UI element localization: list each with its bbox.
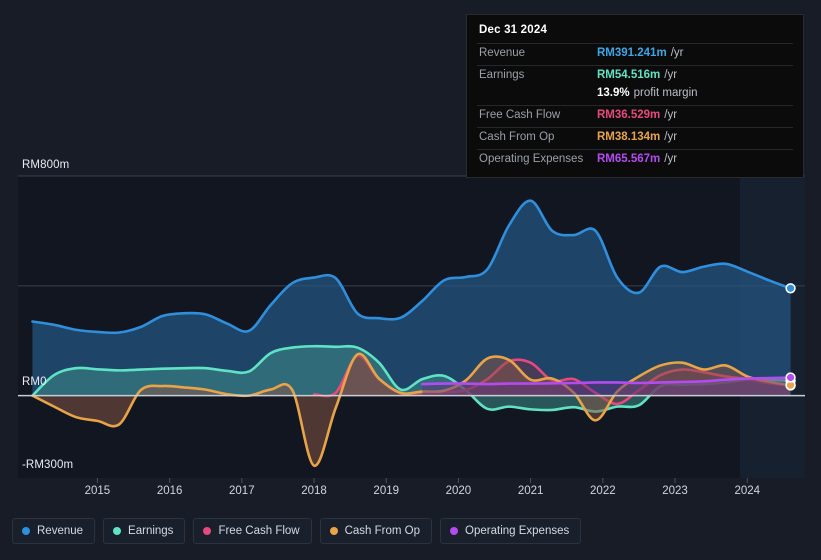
- x-axis-label-2017: 2017: [229, 485, 255, 497]
- x-axis-label-2023: 2023: [662, 485, 688, 497]
- tooltip-row-label: Revenue: [479, 47, 526, 59]
- x-axis-label-2022: 2022: [590, 485, 616, 497]
- tooltip-date: Dec 31 2024: [479, 24, 548, 36]
- tooltip-row: Revenue RM391.241m/yr: [477, 43, 793, 65]
- legend-color-dot-icon: [113, 527, 122, 535]
- y-axis-label-bottom: -RM300m: [22, 459, 74, 471]
- tooltip-row-value: RM391.241m: [597, 47, 667, 59]
- x-axis-label-2015: 2015: [84, 485, 111, 497]
- tooltip-row-unit: /yr: [664, 153, 678, 165]
- financial-chart-widget: { "axes": { "y_top_label": "RM800m", "y_…: [0, 0, 821, 560]
- x-axis-label-2019: 2019: [373, 485, 400, 497]
- tooltip-row-unit: /yr: [664, 109, 678, 121]
- tooltip-row-label: Free Cash Flow: [479, 109, 561, 121]
- x-axis-label-2024: 2024: [734, 485, 761, 497]
- tooltip-row-value: RM54.516m: [597, 69, 661, 81]
- legend-item-label: Earnings: [128, 525, 174, 537]
- legend-color-dot-icon: [22, 527, 30, 535]
- tooltip-row-unit: profit margin: [633, 87, 698, 99]
- legend-item-free-cash-flow[interactable]: Free Cash Flow: [193, 518, 312, 544]
- legend-item-operating-expenses[interactable]: Operating Expenses: [440, 518, 582, 544]
- legend-item-revenue[interactable]: Revenue: [12, 518, 96, 544]
- legend-color-dot-icon: [450, 527, 459, 535]
- y-axis-label-top: RM800m: [22, 159, 70, 171]
- tooltip-row-label: Earnings: [479, 69, 525, 81]
- series-endpoint-marker: [785, 372, 796, 383]
- tooltip-row: Cash From Op RM38.134m/yr: [477, 127, 793, 149]
- tooltip-row: Earnings RM54.516m/yr: [477, 65, 793, 87]
- legend-item-cash-from-op[interactable]: Cash From Op: [319, 518, 433, 544]
- legend-item-label: Revenue: [37, 525, 84, 537]
- x-axis-label-2020: 2020: [445, 485, 472, 497]
- tooltip-row-unit: /yr: [664, 69, 678, 81]
- legend-color-dot-icon: [203, 527, 212, 535]
- tooltip-row: 13.9% profit margin: [477, 87, 793, 105]
- data-tooltip: Dec 31 2024 Revenue RM391.241m/yr Earnings…: [466, 14, 804, 178]
- x-axis-label-2018: 2018: [301, 485, 327, 497]
- x-axis-label-2016: 2016: [156, 485, 183, 497]
- tooltip-row: Free Cash Flow RM36.529m/yr: [477, 105, 793, 127]
- legend-item-earnings[interactable]: Earnings: [103, 518, 186, 544]
- legend-item-label: Free Cash Flow: [218, 525, 300, 537]
- legend-item-label: Operating Expenses: [465, 525, 570, 537]
- tooltip-row-value: 13.9%: [597, 87, 630, 99]
- x-axis-label-2021: 2021: [517, 485, 544, 497]
- chart-legend: Revenue Earnings Free Cash Flow Cash From O…: [12, 518, 582, 544]
- tooltip-rows: Revenue RM391.241m/yr Earnings RM54.516m/yr…: [477, 43, 793, 171]
- tooltip-row-value: RM65.567m: [597, 153, 661, 165]
- legend-item-label: Cash From Op: [344, 525, 421, 537]
- tooltip-row-unit: /yr: [664, 131, 678, 143]
- legend-color-dot-icon: [329, 527, 338, 535]
- tooltip-row-label: Cash From Op: [479, 131, 555, 143]
- tooltip-row: Operating Expenses RM65.567m/yr: [477, 149, 793, 171]
- series-endpoint-marker: [785, 283, 796, 294]
- tooltip-row-value: RM38.134m: [597, 131, 661, 143]
- tooltip-row-value: RM36.529m: [597, 109, 661, 121]
- tooltip-row-label: Operating Expenses: [479, 153, 584, 165]
- y-axis-label-zero: RM0: [22, 376, 47, 388]
- tooltip-row-unit: /yr: [670, 47, 684, 59]
